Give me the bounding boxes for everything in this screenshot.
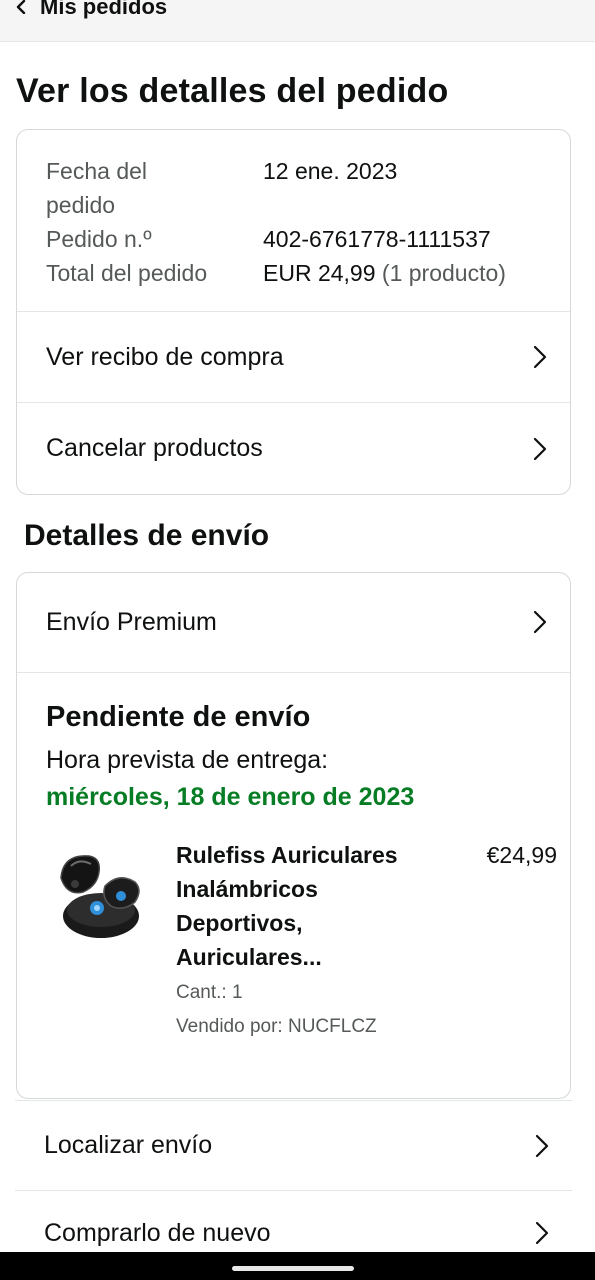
order-summary: Fecha del pedido 12 ene. 2023 Pedido n.º… [46,154,556,290]
order-date-row: Fecha del pedido 12 ene. 2023 [46,154,556,222]
chevron-right-icon [533,437,547,460]
chevron-left-icon [16,0,26,14]
order-total-value: EUR 24,99 (1 producto) [263,256,506,290]
page-title: Ver los detalles del pedido [16,72,449,110]
track-package-label: Localizar envío [44,1131,213,1159]
track-package-row[interactable]: Localizar envío [15,1101,572,1190]
order-total-row: Total del pedido EUR 24,99 (1 producto) [46,256,556,290]
order-number-value: 402-6761778-1111537 [263,226,491,252]
order-date-value: 12 ene. 2023 [263,158,398,184]
order-number-label: Pedido n.º [46,226,152,252]
cancel-products-row[interactable]: Cancelar productos [17,403,570,494]
view-receipt-row[interactable]: Ver recibo de compra [17,312,570,402]
shipment-status: Pendiente de envío Hora prevista de entr… [46,698,556,814]
back-label: Mis pedidos [40,0,168,19]
order-date-label: Fecha del pedido [46,154,263,222]
back-to-orders-link[interactable]: Mis pedidos [14,0,167,20]
chevron-right-icon [535,1221,549,1245]
order-summary-card: Fecha del pedido 12 ene. 2023 Pedido n.º… [16,129,571,495]
delivery-eta-date: miércoles, 18 de enero de 2023 [46,783,415,811]
delivery-eta-label: Hora prevista de entrega: [46,746,329,774]
product-seller: Vendido por: NUCFLCZ [176,1016,377,1037]
shipping-method-label: Envío Premium [46,607,217,636]
shipping-card: Envío Premium Pendiente de envío Hora pr… [16,572,571,1099]
top-bar: Mis pedidos [0,0,595,42]
buy-again-label: Comprarlo de nuevo [44,1218,271,1247]
order-total-label: Total del pedido [46,260,208,286]
order-number-row: Pedido n.º 402-6761778-1111537 [46,222,556,256]
product-name-link[interactable]: Rulefiss Auriculares Inalámbricos Deport… [176,838,426,974]
order-total-count: (1 producto) [381,260,506,286]
product-item: Rulefiss Auriculares Inalámbricos Deport… [46,838,557,1048]
product-price: €24,99 [486,842,557,868]
product-quantity: Cant.: 1 [176,982,243,1003]
shipping-method-row[interactable]: Envío Premium [17,573,570,671]
order-date-label-text: Fecha del pedido [46,158,148,218]
divider [17,672,570,673]
cancel-products-label: Cancelar productos [46,434,263,462]
chevron-right-icon [533,345,547,369]
chevron-right-icon [535,1134,549,1157]
shipping-section-title: Detalles de envío [24,519,270,552]
earbuds-image[interactable] [49,846,149,946]
home-gesture-handle[interactable] [232,1266,354,1271]
chevron-right-icon [533,610,547,634]
shipment-status-title: Pendiente de envío [46,701,311,733]
order-total-amount: EUR 24,99 [263,260,376,286]
view-receipt-label: Ver recibo de compra [46,342,284,371]
